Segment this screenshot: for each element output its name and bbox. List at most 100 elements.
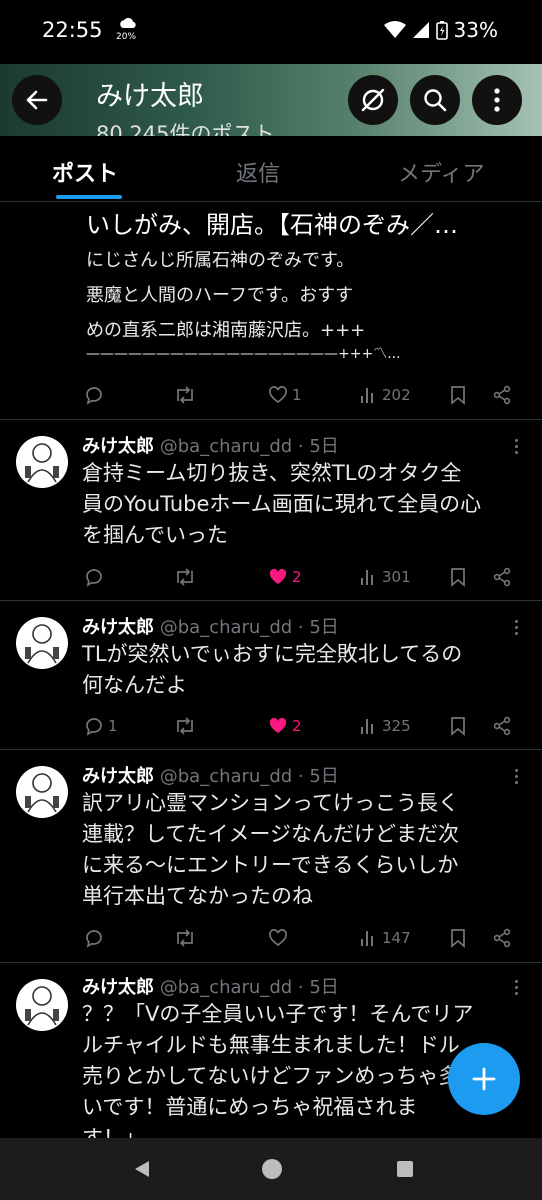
author-handle: @ba_charu_dd · 5日 <box>159 436 339 457</box>
back-button[interactable] <box>12 75 62 125</box>
views-button[interactable]: 202 <box>358 380 411 410</box>
profile-tabs: ポスト 返信 メディア <box>0 136 542 202</box>
bookmark-button[interactable] <box>449 380 467 410</box>
reply-button[interactable] <box>84 562 108 592</box>
post-actions: 2 301 <box>82 562 522 592</box>
share-button[interactable] <box>492 711 512 741</box>
author-handle: @ba_charu_dd · 5日 <box>159 977 339 998</box>
repost-icon <box>177 568 193 586</box>
like-count: 2 <box>292 568 302 586</box>
reply-button[interactable]: 1 <box>84 711 118 741</box>
back-arrow-icon <box>26 90 48 110</box>
like-button[interactable]: 2 <box>268 711 302 741</box>
views-count: 202 <box>382 386 411 404</box>
reply-button[interactable] <box>84 380 104 410</box>
tab-media[interactable]: メディア <box>398 156 484 188</box>
tab-replies[interactable]: 返信 <box>236 156 280 188</box>
battery-icon <box>435 21 448 40</box>
share-icon <box>493 385 511 405</box>
like-count: 2 <box>292 717 302 735</box>
wifi-icon <box>383 21 406 38</box>
post-text: TLが突然いでぃおすに完全敗北してるの 何なんだよ <box>82 642 463 697</box>
post-more-button[interactable] <box>508 617 524 637</box>
grok-icon <box>361 88 385 112</box>
share-icon <box>493 567 511 587</box>
repost-button[interactable] <box>174 711 196 741</box>
repost-button[interactable] <box>174 923 196 953</box>
repost-icon <box>177 717 193 735</box>
bookmark-icon <box>451 568 465 587</box>
share-button[interactable] <box>492 562 512 592</box>
post-item[interactable]: みけ太郎 @ba_charu_dd · 5日 TLが突然いでぃおすに完全敗北して… <box>0 601 542 749</box>
like-button[interactable]: 1 <box>268 380 302 410</box>
views-count: 301 <box>382 568 411 586</box>
nav-back-icon[interactable] <box>132 1159 152 1179</box>
bookmark-icon <box>451 717 465 736</box>
avatar[interactable] <box>16 436 68 488</box>
author-name[interactable]: みけ太郎 <box>82 617 154 638</box>
share-button[interactable] <box>492 923 512 953</box>
repost-button[interactable] <box>174 380 196 410</box>
post-actions: 1 2 325 <box>82 711 522 741</box>
reply-count: 1 <box>108 717 118 735</box>
views-button[interactable]: 325 <box>358 711 411 741</box>
profile-name: みけ太郎 <box>96 81 204 112</box>
reply-icon <box>86 930 102 948</box>
author-name[interactable]: みけ太郎 <box>82 436 154 457</box>
status-bar: 22:55 20% 33% <box>0 0 542 64</box>
share-button[interactable] <box>492 380 512 410</box>
avatar[interactable] <box>16 766 68 818</box>
share-icon <box>493 928 511 948</box>
avatar-image <box>25 986 59 1026</box>
tab-posts[interactable]: ポスト <box>52 156 118 188</box>
battery-percent: 33% <box>453 18 498 42</box>
weather-temp: 20% <box>116 32 137 42</box>
views-count: 147 <box>382 929 411 947</box>
avatar-image <box>25 624 59 664</box>
nav-recents-icon[interactable] <box>395 1159 415 1179</box>
author-handle: @ba_charu_dd · 5日 <box>159 617 339 638</box>
post-header: みけ太郎 @ba_charu_dd · 5日 <box>82 973 339 999</box>
bookmark-icon <box>451 929 465 948</box>
bookmark-button[interactable] <box>449 562 467 592</box>
profile-header: みけ太郎 80,245件のポスト <box>0 64 542 136</box>
more-vertical-icon <box>494 88 500 112</box>
compose-post-button[interactable] <box>448 1043 520 1115</box>
post-text: 訳アリ心霊マンションってけっこう長く 連載？してたイメージなんだけどまだ次 に来る〜… <box>82 791 459 908</box>
reply-button[interactable] <box>84 923 104 953</box>
search-button[interactable] <box>410 75 460 125</box>
author-name[interactable]: みけ太郎 <box>82 977 154 998</box>
avatar[interactable] <box>16 617 68 669</box>
post-more-button[interactable] <box>508 766 524 786</box>
views-button[interactable]: 147 <box>358 923 411 953</box>
link-card-text: にじさんじ所属石神のぞみです。 <box>86 250 355 271</box>
reply-icon <box>86 718 102 736</box>
reply-icon <box>86 387 102 405</box>
post-more-button[interactable] <box>508 436 524 456</box>
views-button[interactable]: 301 <box>358 562 411 592</box>
repost-button[interactable] <box>174 562 196 592</box>
avatar-image <box>25 773 59 813</box>
link-card-title: いしがみ、開店。【石神のぞみ／… <box>86 211 458 239</box>
post-item[interactable]: みけ太郎 @ba_charu_dd · 5日 倉持ミーム切り抜き、突然TLのオタ… <box>0 420 542 600</box>
like-button[interactable]: 2 <box>268 562 302 592</box>
bookmark-button[interactable] <box>449 923 467 953</box>
grok-button[interactable] <box>348 75 398 125</box>
more-options-button[interactable] <box>472 75 522 125</box>
views-chart-icon <box>361 931 373 946</box>
post-item[interactable]: みけ太郎 @ba_charu_dd · 5日 訳アリ心霊マンションってけっこう長… <box>0 750 542 962</box>
like-button[interactable] <box>268 923 288 953</box>
avatar[interactable] <box>16 979 68 1031</box>
timeline: いしがみ、開店。【石神のぞみ／… にじさんじ所属石神のぞみです。 悪魔と人間のハ… <box>0 203 542 1138</box>
views-chart-icon <box>361 388 373 403</box>
post-more-button[interactable] <box>508 977 524 997</box>
heart-outline-icon <box>269 929 287 947</box>
bookmark-button[interactable] <box>449 711 467 741</box>
heart-filled-icon <box>269 568 287 584</box>
views-chart-icon <box>361 719 373 734</box>
nav-home-icon[interactable] <box>261 1158 283 1180</box>
post-header: みけ太郎 @ba_charu_dd · 5日 <box>82 432 339 458</box>
post-text: 倉持ミーム切り抜き、突然TLのオタク全 員のYouTubeホーム画面に現れて全員の… <box>82 461 482 547</box>
post-header: みけ太郎 @ba_charu_dd · 5日 <box>82 613 339 639</box>
author-name[interactable]: みけ太郎 <box>82 766 154 787</box>
